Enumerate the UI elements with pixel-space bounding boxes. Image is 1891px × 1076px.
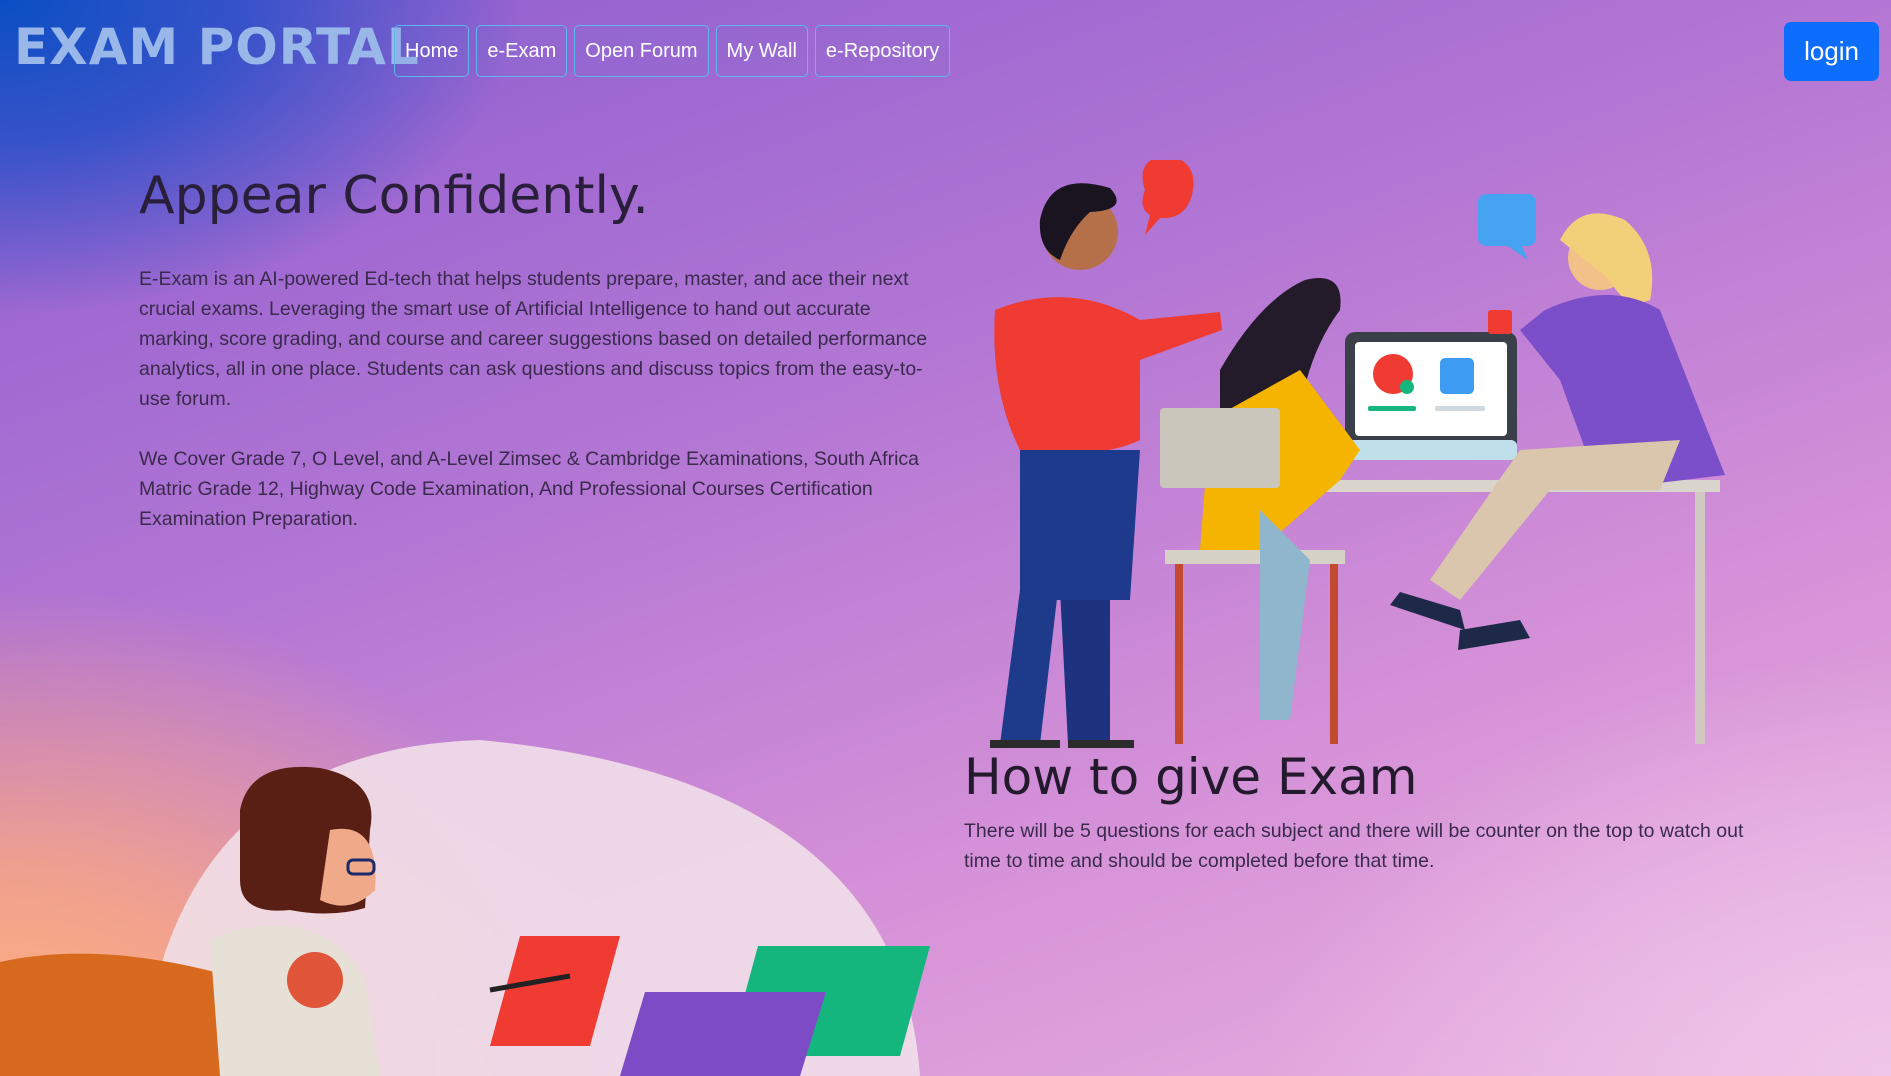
- nav-e-exam[interactable]: e-Exam: [476, 25, 568, 77]
- how-to-title: How to give Exam: [964, 748, 1418, 806]
- brand-logo[interactable]: EXAM PORTAL: [14, 18, 420, 76]
- coverage-description: We Cover Grade 7, O Level, and A-Level Z…: [139, 448, 919, 530]
- nav-open-forum[interactable]: Open Forum: [574, 25, 709, 77]
- study-illustration: [0, 740, 930, 1076]
- nav-home[interactable]: Home: [394, 25, 470, 77]
- login-button[interactable]: login: [1784, 22, 1879, 81]
- nav-e-repository[interactable]: e-Repository: [814, 25, 951, 77]
- nav-my-wall[interactable]: My Wall: [715, 25, 808, 77]
- hero-description: E-Exam is an AI-powered Ed-tech that hel…: [139, 268, 928, 410]
- hero-title: Appear Confidently.: [139, 166, 649, 226]
- main-nav: Home e-Exam Open Forum My Wall e-Reposit…: [394, 25, 951, 77]
- team-illustration: [990, 160, 1725, 748]
- how-to-description: There will be 5 questions for each subje…: [964, 820, 1744, 872]
